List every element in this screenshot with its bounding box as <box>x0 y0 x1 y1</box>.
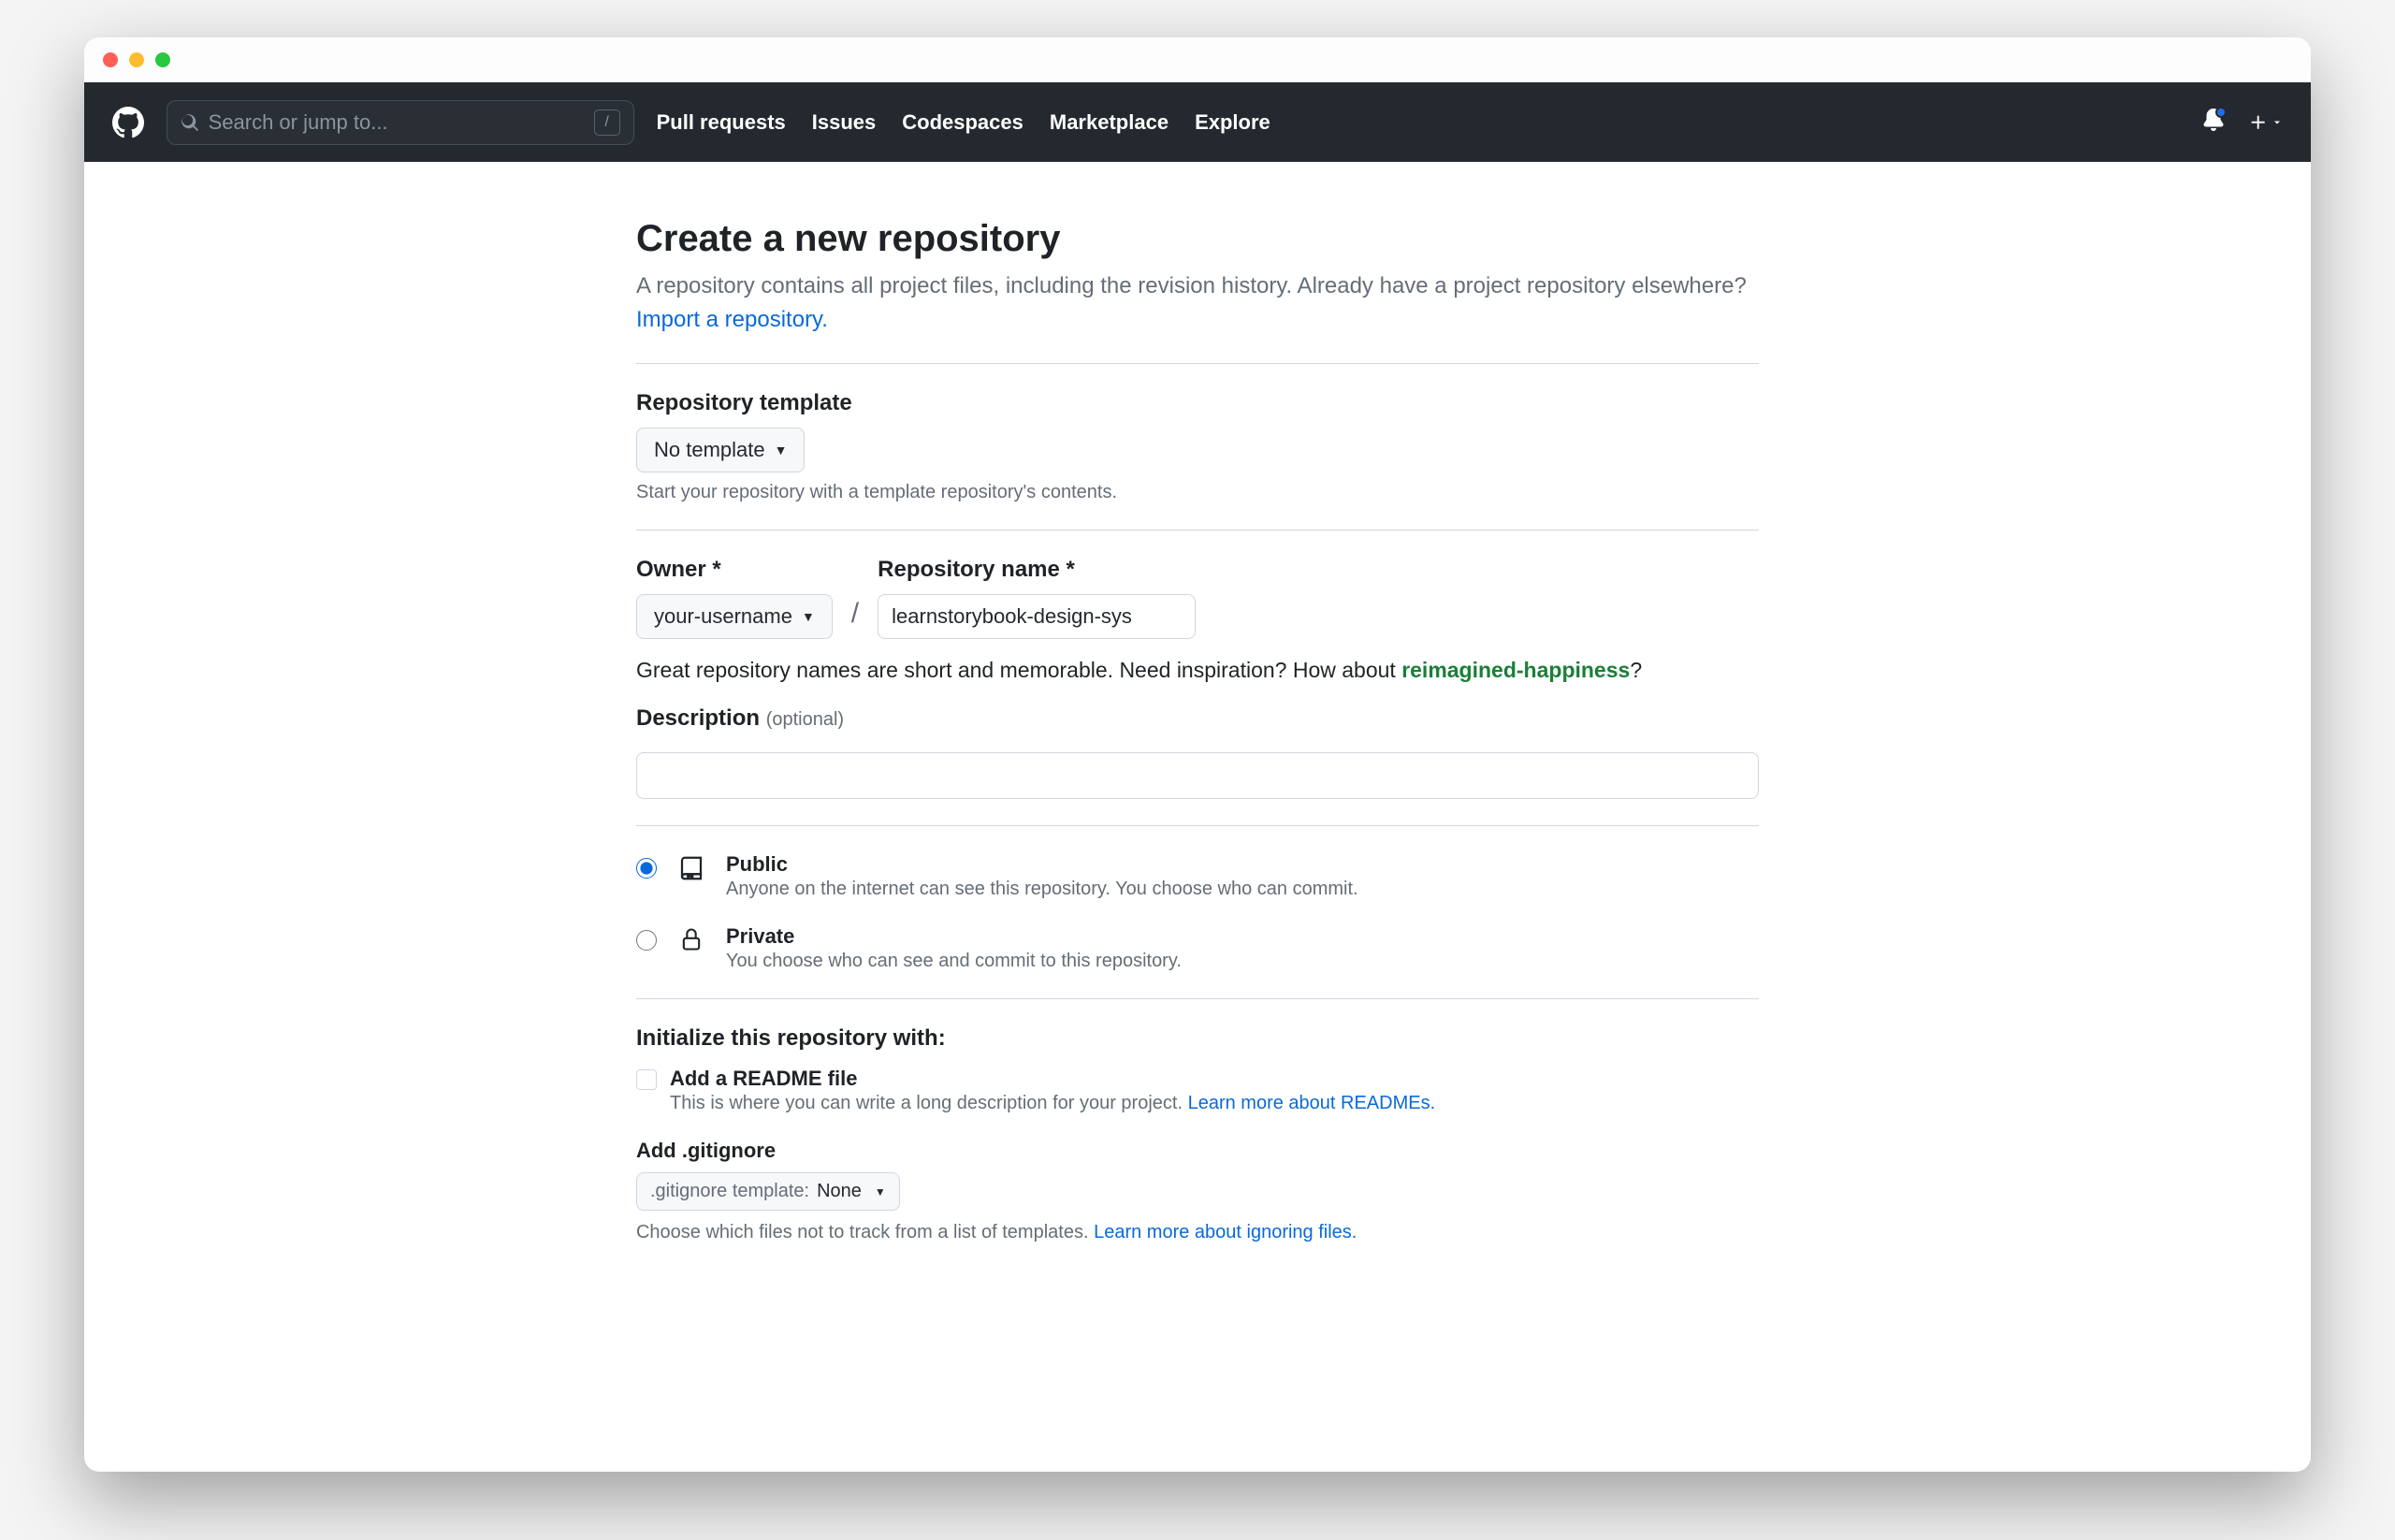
gitignore-hint: Choose which files not to track from a l… <box>636 1222 1759 1243</box>
visibility-public-desc: Anyone on the internet can see this repo… <box>726 879 1358 900</box>
gitignore-prefix: .gitignore template: <box>650 1181 809 1202</box>
import-repository-link[interactable]: Import a repository. <box>636 307 828 332</box>
learn-gitignore-link[interactable]: Learn more about ignoring files. <box>1094 1222 1357 1242</box>
slash-key-hint: / <box>594 109 620 136</box>
page-subtitle: A repository contains all project files,… <box>636 269 1759 337</box>
template-select[interactable]: No template ▼ <box>636 428 805 472</box>
add-readme-checkbox[interactable] <box>636 1069 657 1090</box>
owner-label: Owner * <box>636 557 833 583</box>
nav-pull-requests[interactable]: Pull requests <box>657 110 786 135</box>
nav-explore[interactable]: Explore <box>1195 110 1270 135</box>
divider <box>636 825 1759 826</box>
caret-down-icon: ▼ <box>875 1185 886 1199</box>
initialize-title: Initialize this repository with: <box>636 1025 1759 1052</box>
visibility-private-desc: You choose who can see and commit to thi… <box>726 951 1182 972</box>
nav-issues[interactable]: Issues <box>812 110 877 135</box>
primary-nav: Pull requests Issues Codespaces Marketpl… <box>657 110 1270 135</box>
owner-select[interactable]: your-username ▼ <box>636 594 833 639</box>
learn-readmes-link[interactable]: Learn more about READMEs. <box>1188 1093 1436 1113</box>
visibility-private-radio[interactable] <box>636 930 657 951</box>
window-maximize-icon[interactable] <box>155 52 170 67</box>
nav-marketplace[interactable]: Marketplace <box>1050 110 1168 135</box>
window-minimize-icon[interactable] <box>129 52 144 67</box>
visibility-public-title: Public <box>726 852 1358 877</box>
name-suggestion-link[interactable]: reimagined-happiness <box>1401 658 1630 682</box>
divider <box>636 363 1759 364</box>
add-readme-option[interactable]: Add a README file This is where you can … <box>636 1067 1759 1114</box>
search-input-wrap[interactable]: / <box>167 100 634 145</box>
lock-icon <box>675 926 707 952</box>
github-header: / Pull requests Issues Codespaces Market… <box>84 82 2312 162</box>
caret-down-icon: ▼ <box>802 609 815 624</box>
caret-down-icon <box>2272 117 2283 128</box>
nav-codespaces[interactable]: Codespaces <box>902 110 1023 135</box>
gitignore-value: None <box>817 1181 862 1202</box>
visibility-private-option[interactable]: Private You choose who can see and commi… <box>636 924 1759 972</box>
visibility-public-option[interactable]: Public Anyone on the internet can see th… <box>636 852 1759 900</box>
description-input[interactable] <box>636 752 1759 799</box>
search-input[interactable] <box>209 110 594 135</box>
notification-dot-icon <box>2215 107 2227 118</box>
add-readme-title: Add a README file <box>670 1067 1435 1091</box>
template-hint: Start your repository with a template re… <box>636 482 1759 503</box>
template-label: Repository template <box>636 390 1759 416</box>
browser-window: / Pull requests Issues Codespaces Market… <box>84 37 2312 1472</box>
owner-value: your-username <box>654 604 792 629</box>
divider <box>636 998 1759 999</box>
gitignore-label: Add .gitignore <box>636 1139 1759 1163</box>
add-readme-desc: This is where you can write a long descr… <box>670 1093 1435 1114</box>
repo-name-input[interactable] <box>878 594 1196 639</box>
window-close-icon[interactable] <box>103 52 118 67</box>
slash-separator: / <box>851 598 859 639</box>
repo-name-label: Repository name * <box>878 557 1196 583</box>
github-logo-icon[interactable] <box>112 107 144 138</box>
page-body: Create a new repository A repository con… <box>84 162 2312 1472</box>
window-titlebar <box>84 37 2312 82</box>
repo-name-hint: Great repository names are short and mem… <box>636 658 1759 683</box>
plus-icon <box>2249 113 2268 132</box>
page-title: Create a new repository <box>636 218 1759 260</box>
create-new-menu[interactable] <box>2249 113 2283 132</box>
repo-icon <box>675 854 707 882</box>
notifications-button[interactable] <box>2202 109 2225 136</box>
visibility-private-title: Private <box>726 924 1182 949</box>
visibility-public-radio[interactable] <box>636 858 657 879</box>
gitignore-select[interactable]: .gitignore template: None ▼ <box>636 1172 900 1211</box>
template-value: No template <box>654 438 765 462</box>
caret-down-icon: ▼ <box>775 443 788 458</box>
description-label: Description (optional) <box>636 705 1759 732</box>
search-icon <box>181 113 199 132</box>
